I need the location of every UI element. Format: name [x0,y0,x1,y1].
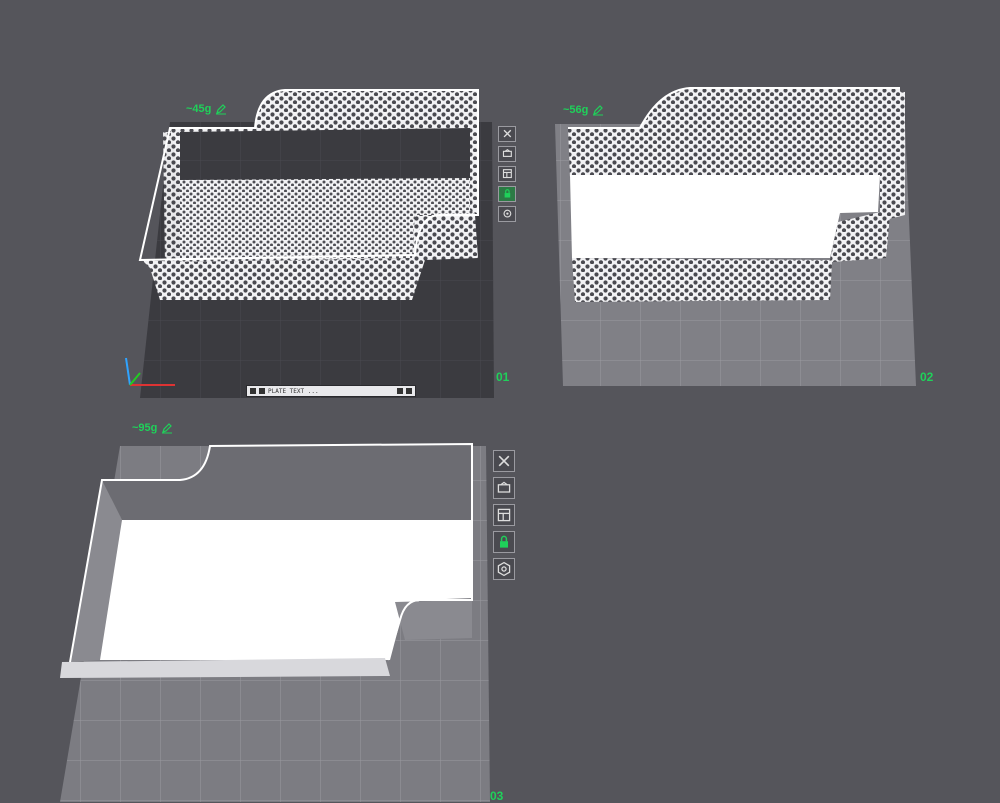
plate-01-status-bar[interactable]: PLATE TEXT ... [246,385,416,397]
auto-orient-icon [497,481,511,493]
arrange-icon [502,169,512,179]
edit-icon[interactable] [161,422,173,434]
viewport-scene[interactable] [0,0,1000,802]
lock-icon [500,535,508,548]
plate-01-weight[interactable]: ~45g [186,103,227,115]
settings-icon [503,210,511,218]
plate-01-number: 01 [496,370,510,384]
close-plate-button[interactable] [498,126,516,142]
arrange-icon [497,508,511,522]
close-icon [498,455,510,467]
plate-03-number: 03 [490,789,504,803]
grid-icon [250,388,256,394]
plate-03-toolbar [493,450,515,580]
edit-icon[interactable] [215,103,227,115]
auto-orient-button[interactable] [498,146,516,162]
plate-03[interactable] [60,442,490,802]
z-axis [129,372,141,386]
delete-icon[interactable] [397,388,403,394]
edit-icon[interactable] [592,104,604,116]
auto-orient-button[interactable] [493,477,515,499]
plate-01-toolbar [498,126,516,222]
arrange-button[interactable] [498,166,516,182]
plate-02[interactable] [555,87,916,386]
plate-02-weight[interactable]: ~56g [563,104,604,116]
lock-plate-button[interactable] [498,186,516,202]
arrange-button[interactable] [493,504,515,526]
settings-icon [497,561,511,577]
auto-orient-icon [502,149,512,158]
weight-label: ~95g [132,422,158,434]
copy-icon[interactable] [406,388,412,394]
weight-label: ~56g [563,104,589,116]
status-text: PLATE TEXT ... [268,387,319,395]
plate-02-number: 02 [920,370,934,384]
lock-plate-button[interactable] [493,531,515,553]
close-icon [503,130,511,138]
image-icon [259,388,265,394]
lock-icon [504,189,510,198]
close-plate-button[interactable] [493,450,515,472]
plate-01[interactable] [125,89,494,398]
plate-03-weight[interactable]: ~95g [132,422,173,434]
plate-settings-button[interactable] [498,206,516,222]
weight-label: ~45g [186,103,212,115]
y-axis [125,357,131,386]
plate-settings-button[interactable] [493,558,515,580]
